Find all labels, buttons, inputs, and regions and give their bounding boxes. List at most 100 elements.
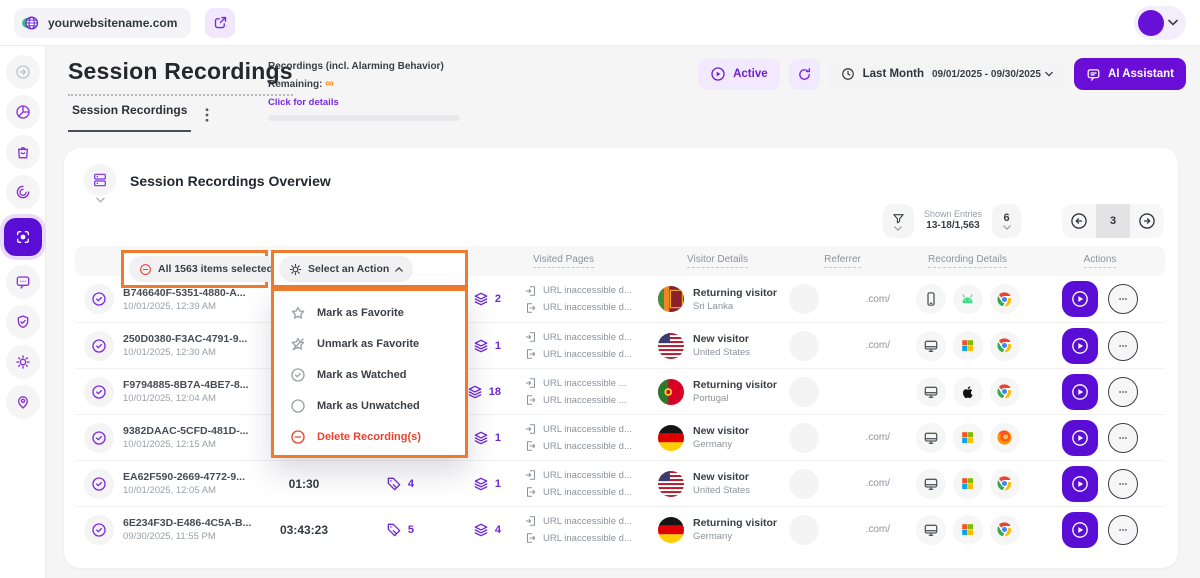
sidebar-item-location[interactable] — [6, 385, 40, 419]
recording-id[interactable]: 6E234F3D-E486-4C5A-B... — [123, 517, 273, 529]
entry-page[interactable]: URL inaccessible d... — [525, 423, 650, 435]
more-actions-button[interactable] — [1108, 515, 1138, 545]
entry-page[interactable]: URL inaccessible d... — [525, 469, 650, 481]
more-actions-button[interactable] — [1108, 423, 1138, 453]
col-recording-details[interactable]: Recording Details — [928, 254, 1007, 268]
visitor-details: New visitorUnited States — [650, 333, 785, 359]
refresh-button[interactable] — [789, 59, 820, 90]
select-action-dropdown[interactable]: Select an Action — [279, 256, 413, 282]
refresh-icon — [797, 67, 812, 82]
more-actions-button[interactable] — [1108, 284, 1138, 314]
visitor-details: New visitorGermany — [650, 425, 785, 451]
check-circle-icon — [91, 338, 107, 354]
row-actions — [1035, 420, 1165, 456]
play-recording-button[interactable] — [1062, 420, 1098, 456]
referrer-url[interactable]: .com/ — [866, 340, 890, 351]
sidebar-item-store[interactable] — [6, 135, 40, 169]
sidebar-item-collapse[interactable] — [6, 55, 40, 89]
row-select-checkbox[interactable] — [84, 469, 114, 499]
entry-page[interactable]: URL inaccessible d... — [525, 515, 650, 527]
menu-item-delete-recording-s[interactable]: Delete Recording(s) — [274, 421, 465, 452]
details-link[interactable]: Click for details — [268, 97, 339, 108]
sidebar-item-feedback[interactable] — [6, 265, 40, 299]
menu-item-unmark-as-favorite[interactable]: Unmark as Favorite — [274, 328, 465, 359]
menu-item-mark-as-unwatched[interactable]: Mark as Unwatched — [274, 390, 465, 421]
prev-page-button[interactable] — [1062, 204, 1096, 238]
recording-id[interactable]: EA62F590-2669-4772-9... — [123, 471, 273, 483]
chevron-down-icon[interactable] — [96, 197, 105, 203]
menu-item-label: Mark as Watched — [317, 369, 406, 381]
exit-page[interactable]: URL inaccessible d... — [525, 302, 650, 314]
play-recording-button[interactable] — [1062, 281, 1098, 317]
visitor-country: Portugal — [693, 393, 777, 404]
tab-kebab-menu[interactable] — [205, 108, 209, 132]
ai-assistant-button[interactable]: AI Assistant — [1074, 58, 1186, 90]
menu-item-mark-as-watched[interactable]: Mark as Watched — [274, 359, 465, 390]
menu-item-mark-as-favorite[interactable]: Mark as Favorite — [274, 297, 465, 328]
col-actions[interactable]: Actions — [1084, 254, 1117, 268]
sidebar-item-analytics[interactable] — [6, 95, 40, 129]
play-recording-button[interactable] — [1062, 374, 1098, 410]
visited-pages: URL inaccessible d... URL inaccessible d.… — [515, 423, 650, 452]
entry-page[interactable]: URL inaccessible d... — [525, 331, 650, 343]
website-selector[interactable]: yourwebsitename.com — [14, 8, 191, 38]
exit-page[interactable]: URL inaccessible d... — [525, 532, 650, 544]
referrer-url[interactable]: .com/ — [866, 478, 890, 489]
globe-icon — [20, 13, 40, 33]
entry-page[interactable]: URL inaccessible ... — [525, 377, 650, 389]
windows-icon — [953, 515, 983, 545]
row-select-checkbox[interactable] — [84, 515, 114, 545]
referrer-url[interactable]: .com/ — [866, 432, 890, 443]
visited-pages: URL inaccessible d... URL inaccessible d.… — [515, 331, 650, 360]
row-select-checkbox[interactable] — [84, 423, 114, 453]
row-select-checkbox[interactable] — [84, 284, 114, 314]
referrer-favicon — [789, 515, 819, 545]
referrer-url[interactable]: .com/ — [866, 294, 890, 305]
play-recording-button[interactable] — [1062, 466, 1098, 502]
page-size-value: 6 — [1003, 212, 1009, 224]
exit-page[interactable]: URL inaccessible d... — [525, 348, 650, 360]
sidebar-item-settings[interactable] — [6, 345, 40, 379]
entry-page[interactable]: URL inaccessible d... — [525, 285, 650, 297]
sidebar-item-recordings[interactable] — [4, 218, 42, 256]
play-recording-button[interactable] — [1062, 328, 1098, 364]
recording-id[interactable]: B746640F-5351-4880-A... — [123, 287, 273, 299]
col-referrer[interactable]: Referrer — [824, 254, 861, 268]
chrome-icon — [990, 515, 1020, 545]
visitor-details: New visitorUnited States — [650, 471, 785, 497]
exit-page[interactable]: URL inaccessible d... — [525, 440, 650, 452]
play-recording-button[interactable] — [1062, 512, 1098, 548]
page-size-select[interactable]: 6 — [992, 204, 1021, 238]
date-range-picker[interactable]: Last Month 09/01/2025 - 09/30/2025 — [829, 59, 1065, 90]
check-circle-icon — [91, 476, 107, 492]
referrer-url[interactable]: .com/ — [866, 524, 890, 535]
more-actions-button[interactable] — [1108, 377, 1138, 407]
tab-session-recordings[interactable]: Session Recordings — [68, 103, 191, 132]
col-visited-pages[interactable]: Visited Pages — [533, 254, 594, 268]
door-in-icon — [525, 377, 537, 389]
recording-details — [900, 377, 1035, 407]
open-website-button[interactable] — [205, 8, 235, 38]
referrer-favicon — [789, 284, 819, 314]
active-status-button[interactable]: Active — [698, 59, 780, 90]
row-select-checkbox[interactable] — [84, 377, 114, 407]
user-menu[interactable] — [1134, 6, 1186, 40]
next-page-button[interactable] — [1130, 204, 1164, 238]
period-label: Last Month — [863, 68, 924, 80]
col-visitor-details[interactable]: Visitor Details — [687, 254, 748, 268]
row-select-checkbox[interactable] — [84, 331, 114, 361]
visitor-country: Germany — [693, 439, 749, 450]
more-actions-button[interactable] — [1108, 469, 1138, 499]
exit-page[interactable]: URL inaccessible ... — [525, 394, 650, 406]
recording-id[interactable]: F9794885-8B7A-4BE7-8... — [123, 379, 273, 391]
door-out-icon — [525, 486, 537, 498]
sidebar-item-security[interactable] — [6, 305, 40, 339]
exit-page[interactable]: URL inaccessible d... — [525, 486, 650, 498]
recording-id[interactable]: 9382DAAC-5CFD-481D-... — [123, 425, 273, 437]
layers-icon — [473, 430, 489, 446]
visitor-type: Returning visitor — [693, 379, 777, 391]
more-actions-button[interactable] — [1108, 331, 1138, 361]
sidebar-item-heatmaps[interactable] — [6, 175, 40, 209]
filter-button[interactable] — [883, 204, 914, 238]
recording-id[interactable]: 250D0380-F3AC-4791-9... — [123, 333, 273, 345]
